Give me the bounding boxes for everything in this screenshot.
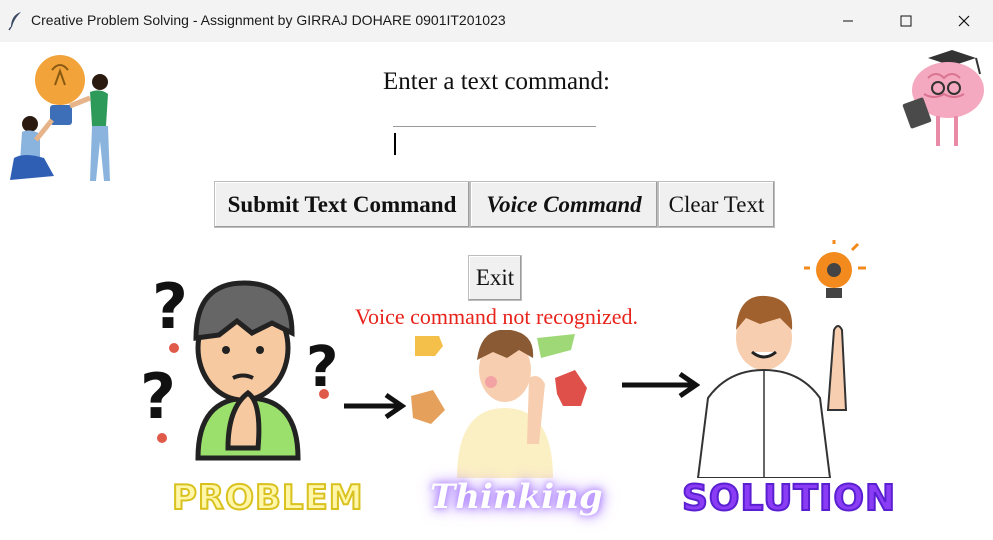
minimize-icon	[843, 20, 853, 22]
thinking-label: Thinking	[430, 477, 603, 517]
problem-label: PROBLEM	[171, 477, 364, 519]
solution-person-illustration	[696, 240, 866, 478]
submit-text-command-button[interactable]: Submit Text Command	[214, 181, 470, 228]
maximize-icon	[900, 15, 912, 27]
text-caret	[394, 133, 396, 155]
brain-graduate-illustration	[902, 50, 984, 146]
close-button[interactable]	[935, 0, 993, 42]
thinking-person-illustration	[411, 330, 587, 478]
voice-command-button[interactable]: Voice Command	[470, 181, 658, 228]
problem-person-illustration: ? ? ?	[140, 270, 338, 461]
arrow-right-icon	[622, 371, 700, 399]
command-input[interactable]	[393, 126, 596, 155]
exit-button[interactable]: Exit	[468, 255, 522, 301]
window-title: Creative Problem Solving - Assignment by…	[31, 12, 506, 28]
minimize-button[interactable]	[819, 0, 877, 42]
title-bar[interactable]: Creative Problem Solving - Assignment by…	[0, 0, 993, 42]
feather-icon	[8, 12, 21, 31]
svg-text:?: ?	[152, 270, 188, 343]
solution-label: SOLUTION	[681, 477, 897, 520]
svg-text:?: ?	[140, 360, 176, 433]
arrow-right-icon	[344, 392, 406, 420]
prompt-label: Enter a text command:	[382, 68, 610, 95]
clear-text-button[interactable]: Clear Text	[658, 181, 775, 228]
maximize-button[interactable]	[877, 0, 935, 42]
close-icon	[958, 15, 970, 27]
